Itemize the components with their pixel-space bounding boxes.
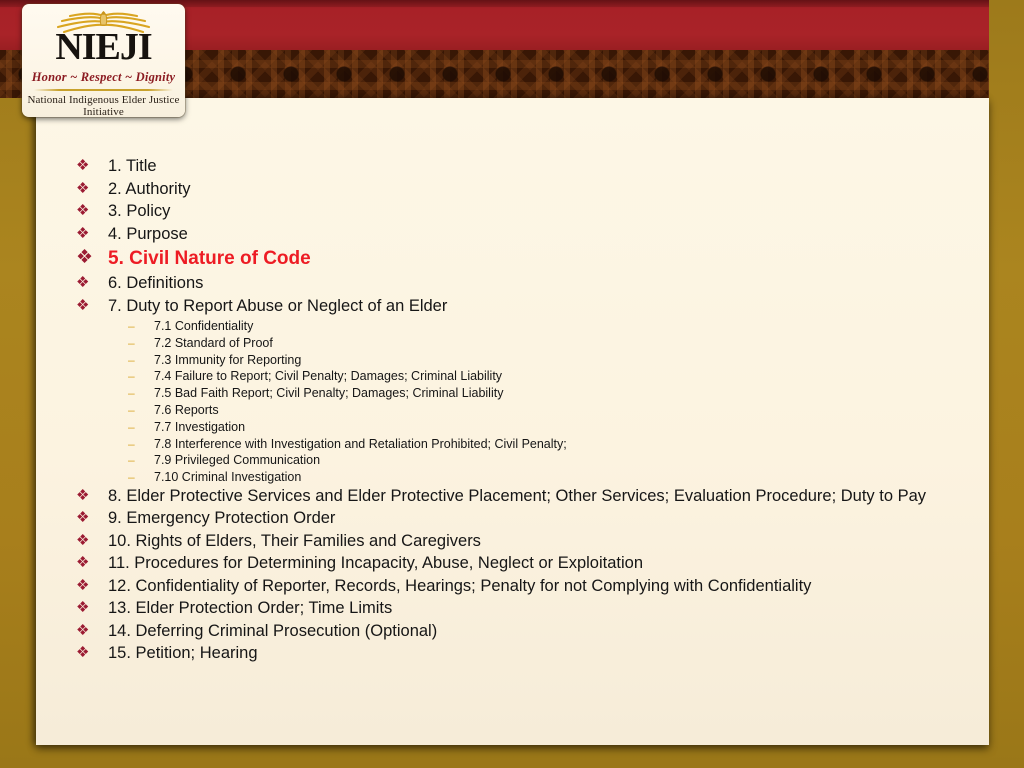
diamond-bullet-icon: ❖ — [76, 576, 90, 594]
outline-item-label: 7.1 Confidentiality — [154, 319, 254, 333]
diamond-bullet-icon: ❖ — [76, 157, 90, 174]
diamond-bullet-icon: ❖ — [76, 179, 90, 197]
outline-item-label: 6. Definitions — [108, 274, 204, 292]
diamond-bullet-icon: ❖ — [76, 202, 90, 219]
dash-bullet-icon: – — [128, 352, 135, 367]
diamond-bullet-icon: ❖ — [76, 599, 90, 617]
dash-bullet-icon: – — [128, 436, 135, 451]
outline-item-level2: – 7.9 Privileged Communication — [76, 452, 969, 469]
outline-item-level2: – 7.6 Reports — [76, 402, 969, 419]
outline-item-label: 7.2 Standard of Proof — [154, 335, 273, 350]
outline-item-label: 7.3 Immunity for Reporting — [154, 352, 302, 367]
diamond-bullet-icon: ❖ — [76, 274, 90, 291]
outline-item-level1: ❖ 5. Civil Nature of Code — [76, 246, 969, 271]
diamond-bullet-icon: ❖ — [76, 296, 90, 314]
dash-bullet-icon: – — [128, 453, 135, 468]
outline-item-level1: ❖ 3. Policy — [76, 201, 969, 222]
outline-item-level2: – 7.4 Failure to Report; Civil Penalty; D… — [76, 368, 969, 385]
diamond-bullet-icon: ❖ — [76, 644, 90, 662]
outline-item-label: 2. Authority — [108, 179, 191, 198]
diamond-bullet-icon: ❖ — [76, 224, 90, 242]
outline-item-level1: ❖ 7. Duty to Report Abuse or Neglect of a… — [76, 296, 969, 317]
outline-item-level2: – 7.5 Bad Faith Report; Civil Penalty; Da… — [76, 385, 969, 402]
outline-item-level1: ❖ 14. Deferring Criminal Prosecution (Opt… — [76, 621, 969, 642]
dash-bullet-icon: – — [128, 319, 135, 333]
outline-item-label: 12. Confidentiality of Reporter, Records… — [108, 576, 812, 595]
outline-item-level1: ❖ 15. Petition; Hearing — [76, 643, 969, 664]
diamond-bullet-icon: ❖ — [76, 509, 90, 527]
outline-item-label: 9. Emergency Protection Order — [108, 509, 336, 528]
outline-item-level1: ❖ 11. Procedures for Determining Incapaci… — [76, 553, 969, 574]
outline-item-level2: – 7.7 Investigation — [76, 419, 969, 436]
outline-item-level1: ❖ 4. Purpose — [76, 224, 969, 245]
outline-item-label: 7.5 Bad Faith Report; Civil Penalty; Dam… — [154, 386, 504, 401]
diamond-bullet-icon: ❖ — [76, 621, 90, 639]
logo-divider — [34, 89, 173, 91]
outline-item-label: 14. Deferring Criminal Prosecution (Opti… — [108, 621, 438, 640]
outline-item-level1: ❖ 1. Title — [76, 156, 969, 177]
outline-item-label: 7.4 Failure to Report; Civil Penalty; Da… — [154, 369, 503, 384]
dash-bullet-icon: – — [128, 369, 135, 384]
outline-item-label: 15. Petition; Hearing — [108, 644, 258, 663]
outline-item-label: 11. Procedures for Determining Incapacit… — [108, 554, 644, 573]
outline-item-level2: – 7.1 Confidentiality — [76, 318, 969, 335]
dash-bullet-icon: – — [128, 402, 135, 417]
outline-item-level1: ❖ 10. Rights of Elders, Their Families an… — [76, 531, 969, 552]
outline-item-level2: – 7.2 Standard of Proof — [76, 335, 969, 352]
outline-item-label: 7.7 Investigation — [154, 419, 246, 434]
diamond-bullet-icon: ❖ — [76, 486, 90, 504]
outline-item-label: 3. Policy — [108, 202, 171, 220]
dash-bullet-icon: – — [128, 419, 135, 434]
outline-item-level2: – 7.3 Immunity for Reporting — [76, 352, 969, 369]
outline-item-label: 7.8 Interference with Investigation and … — [154, 436, 567, 451]
outline-item-label: 8. Elder Protective Services and Elder P… — [108, 486, 927, 505]
logo-subtitle: National Indigenous Elder Justice Initia… — [27, 94, 180, 117]
outline-item-level1: ❖ 13. Elder Protection Order; Time Limits — [76, 598, 969, 619]
diamond-bullet-icon: ❖ — [76, 247, 94, 268]
outline-item-label: 4. Purpose — [108, 224, 188, 243]
outline-list: ❖ 1. Title ❖ 2. Authority ❖ 3. Policy ❖ 4. Purp… — [76, 156, 969, 666]
outline-item-level2: – 7.10 Criminal Investigation — [76, 469, 969, 486]
outline-item-label: 7.6 Reports — [154, 402, 219, 417]
outline-item-label: 7.10 Criminal Investigation — [154, 470, 302, 485]
outline-item-level1: ❖ 12. Confidentiality of Reporter, Record… — [76, 576, 969, 597]
content-panel: ❖ 1. Title ❖ 2. Authority ❖ 3. Policy ❖ 4. Purp… — [36, 98, 989, 745]
dash-bullet-icon: – — [128, 470, 135, 485]
logo-wordmark: NIEJI — [55, 26, 152, 68]
diamond-bullet-icon: ❖ — [76, 554, 90, 572]
outline-item-level1: ❖ 2. Authority — [76, 179, 969, 200]
nieji-logo: NIEJI Honor ~ Respect ~ Dignity National… — [22, 4, 185, 117]
diamond-bullet-icon: ❖ — [76, 531, 90, 549]
outline-item-level2: – 7.8 Interference with Investigation and… — [76, 436, 969, 453]
outline-item-label: 10. Rights of Elders, Their Families and… — [108, 531, 481, 550]
outline-item-label: 5. Civil Nature of Code — [108, 248, 311, 269]
outline-item-label: 7. Duty to Report Abuse or Neglect of an… — [108, 296, 448, 315]
outline-item-label: 7.9 Privileged Communication — [154, 453, 321, 468]
dash-bullet-icon: – — [128, 386, 135, 401]
outline-item-label: 1. Title — [108, 157, 157, 175]
outline-item-level1: ❖ 8. Elder Protective Services and Elder … — [76, 486, 969, 507]
outline-item-level1: ❖ 9. Emergency Protection Order — [76, 508, 969, 529]
logo-tagline: Honor ~ Respect ~ Dignity — [31, 70, 176, 84]
outline-item-label: 13. Elder Protection Order; Time Limits — [108, 599, 393, 618]
outline-item-level1: ❖ 6. Definitions — [76, 273, 969, 294]
dash-bullet-icon: – — [128, 335, 135, 350]
